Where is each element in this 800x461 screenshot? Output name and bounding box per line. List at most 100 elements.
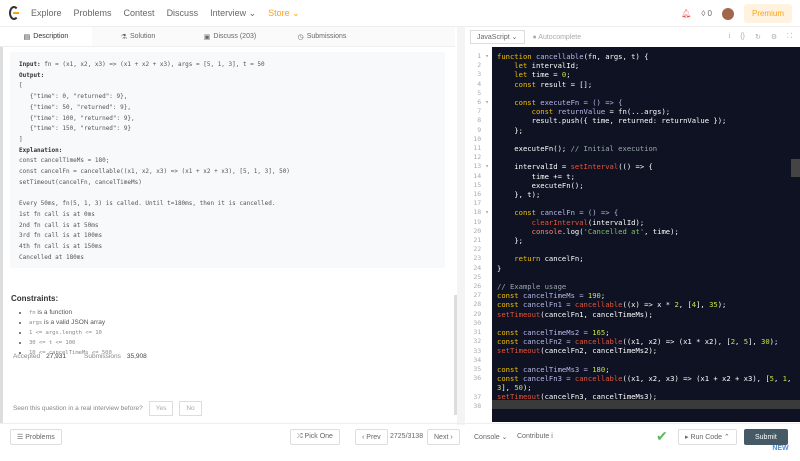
- constraint-code: fn: [29, 310, 36, 316]
- code-line: }, t);: [497, 190, 791, 199]
- code-token: executeFn();: [497, 144, 571, 153]
- code-token: ,: [773, 373, 783, 383]
- input-value: fn = (x1, x2, x3) => (x1 + x2 + x3), arg…: [40, 61, 265, 68]
- accepted-label: Accepted: [13, 353, 41, 360]
- submit-button[interactable]: Submit: [744, 429, 788, 445]
- code-token: = fn(...args);: [605, 107, 671, 117]
- constraint-item: args is a valid JSON array: [29, 318, 112, 328]
- code-token: (() => {: [618, 162, 653, 172]
- code-token: // Example usage: [497, 281, 567, 291]
- nav-explore[interactable]: Explore: [31, 8, 62, 18]
- accepted-count: 27,931: [46, 353, 66, 360]
- points[interactable]: ◊ 0: [701, 9, 712, 18]
- code-token: 'Cancelled at': [583, 226, 645, 236]
- code-line: executeFn(); // Initial execution: [497, 144, 791, 153]
- nav-contest[interactable]: Contest: [124, 8, 155, 18]
- constraint-code: args: [29, 320, 43, 326]
- code-token: let: [497, 70, 532, 80]
- code-token: intervalId =: [497, 162, 571, 172]
- constraint-item: 1 <= args.length <= 10: [29, 328, 112, 338]
- code-token: ,: [735, 337, 744, 347]
- code-token: 180: [592, 364, 606, 374]
- example-block: Input: fn = (x1, x2, x3) => (x1 + x2 + x…: [10, 52, 445, 268]
- description-icon: ▤: [23, 33, 31, 41]
- code-line: // Example usage: [497, 282, 791, 291]
- code-token: (intervalId);: [587, 217, 645, 227]
- code-line: console.log('Cancelled at', time);: [497, 227, 791, 236]
- constraint-item: 30 <= t <= 100: [29, 338, 112, 348]
- prev-button[interactable]: ‹ Prev: [355, 429, 388, 445]
- nav-problems[interactable]: Problems: [74, 8, 112, 18]
- next-button[interactable]: Next ›: [427, 429, 460, 445]
- code-token: cancelTimeMs2 =: [522, 327, 593, 337]
- tab-label: Description: [33, 33, 69, 40]
- contribute-link[interactable]: Contribute i: [517, 433, 553, 440]
- nav-discuss[interactable]: Discuss: [167, 8, 199, 18]
- code-token: clearInterval: [531, 217, 588, 227]
- code-token: ((x1, x2) => (x1 * x2), [: [622, 337, 731, 347]
- code-token: const: [497, 337, 523, 347]
- language-select[interactable]: JavaScript ⌄: [470, 30, 525, 44]
- code-token: // Initial execution: [570, 144, 658, 153]
- code-line: };: [497, 236, 791, 245]
- reset-icon[interactable]: ↻: [755, 33, 761, 41]
- description-panel: Input: fn = (x1, x2, x3) => (x1 + x2 + x…: [0, 47, 455, 423]
- tab-submissions[interactable]: ◷ Submissions: [276, 27, 368, 46]
- submissions-count: 35,908: [126, 353, 147, 360]
- code-token: cancellable: [574, 373, 623, 383]
- run-code-button[interactable]: ▸ Run Code ⌃: [678, 429, 737, 445]
- code-line: function cancellable(fn, args, t) {: [497, 52, 791, 61]
- side-handle[interactable]: [791, 159, 800, 177]
- logo-icon[interactable]: [9, 6, 19, 20]
- nav-interview[interactable]: Interview ⌄: [210, 8, 256, 19]
- code-token: const: [497, 79, 541, 89]
- code-token: time =: [531, 70, 562, 80]
- language-label: JavaScript: [477, 34, 510, 41]
- code-line: const cancelTimeMs = 190;: [497, 291, 791, 300]
- code-token: const: [497, 364, 523, 374]
- code-line: result.push({ time, returned: returnValu…: [497, 116, 791, 125]
- code-token: cancelFn2 =: [522, 337, 575, 347]
- code-token: );: [717, 300, 727, 310]
- stats: Accepted 27,931 Submissions 35,908: [13, 353, 159, 360]
- braces-icon[interactable]: {}: [740, 33, 745, 41]
- flame-icon: ◊: [701, 9, 706, 18]
- problems-button[interactable]: ☰ Problems: [10, 429, 62, 445]
- code-token: time += t;: [497, 171, 575, 181]
- code-token: ;: [605, 364, 610, 374]
- fullscreen-icon[interactable]: ⛶: [787, 33, 792, 41]
- code-token: 165: [592, 327, 606, 337]
- panel-divider[interactable]: [457, 27, 465, 425]
- code-token: cancelFn = () => {: [540, 208, 619, 218]
- avatar[interactable]: [721, 7, 734, 20]
- code-token: (cancelFn1, cancelTimeMs);: [540, 309, 653, 319]
- code-editor[interactable]: 1 ▾ 2 3 4 5 6 ▾ 7 8 9 10 11 12 13 ▾ 14 1…: [465, 47, 800, 461]
- yes-button[interactable]: Yes: [148, 401, 174, 416]
- code-line: const result = [];: [497, 80, 791, 89]
- code-token: console: [531, 226, 562, 236]
- pick-one-button[interactable]: ⤮ Pick One: [290, 429, 340, 445]
- code-token: setTimeout: [497, 309, 541, 319]
- tab-description[interactable]: ▤ Description: [0, 27, 92, 46]
- nav-store[interactable]: Store ⌄: [268, 8, 300, 19]
- notification-icon[interactable]: 🔔︎: [681, 9, 691, 18]
- code-token: }, t);: [497, 190, 541, 199]
- constraints-title: Constraints:: [11, 294, 59, 303]
- info-icon[interactable]: i: [729, 33, 731, 41]
- tab-solution[interactable]: ⚗ Solution: [92, 27, 184, 46]
- code-token: .log(: [561, 226, 584, 236]
- autocomplete-toggle[interactable]: ● Autocomplete: [533, 34, 582, 41]
- code-content[interactable]: function cancellable(fn, args, t) { let …: [497, 52, 791, 411]
- console-button[interactable]: Console ⌄: [474, 433, 508, 441]
- code-token: intervalId;: [531, 61, 580, 71]
- premium-button[interactable]: Premium: [743, 4, 792, 23]
- no-button[interactable]: No: [179, 401, 202, 416]
- tab-discuss[interactable]: ▣ Discuss (203): [184, 27, 276, 46]
- code-line: let intervalId;: [497, 61, 791, 70]
- settings-icon[interactable]: ⚙: [771, 33, 777, 41]
- input-label: Input:: [19, 61, 41, 68]
